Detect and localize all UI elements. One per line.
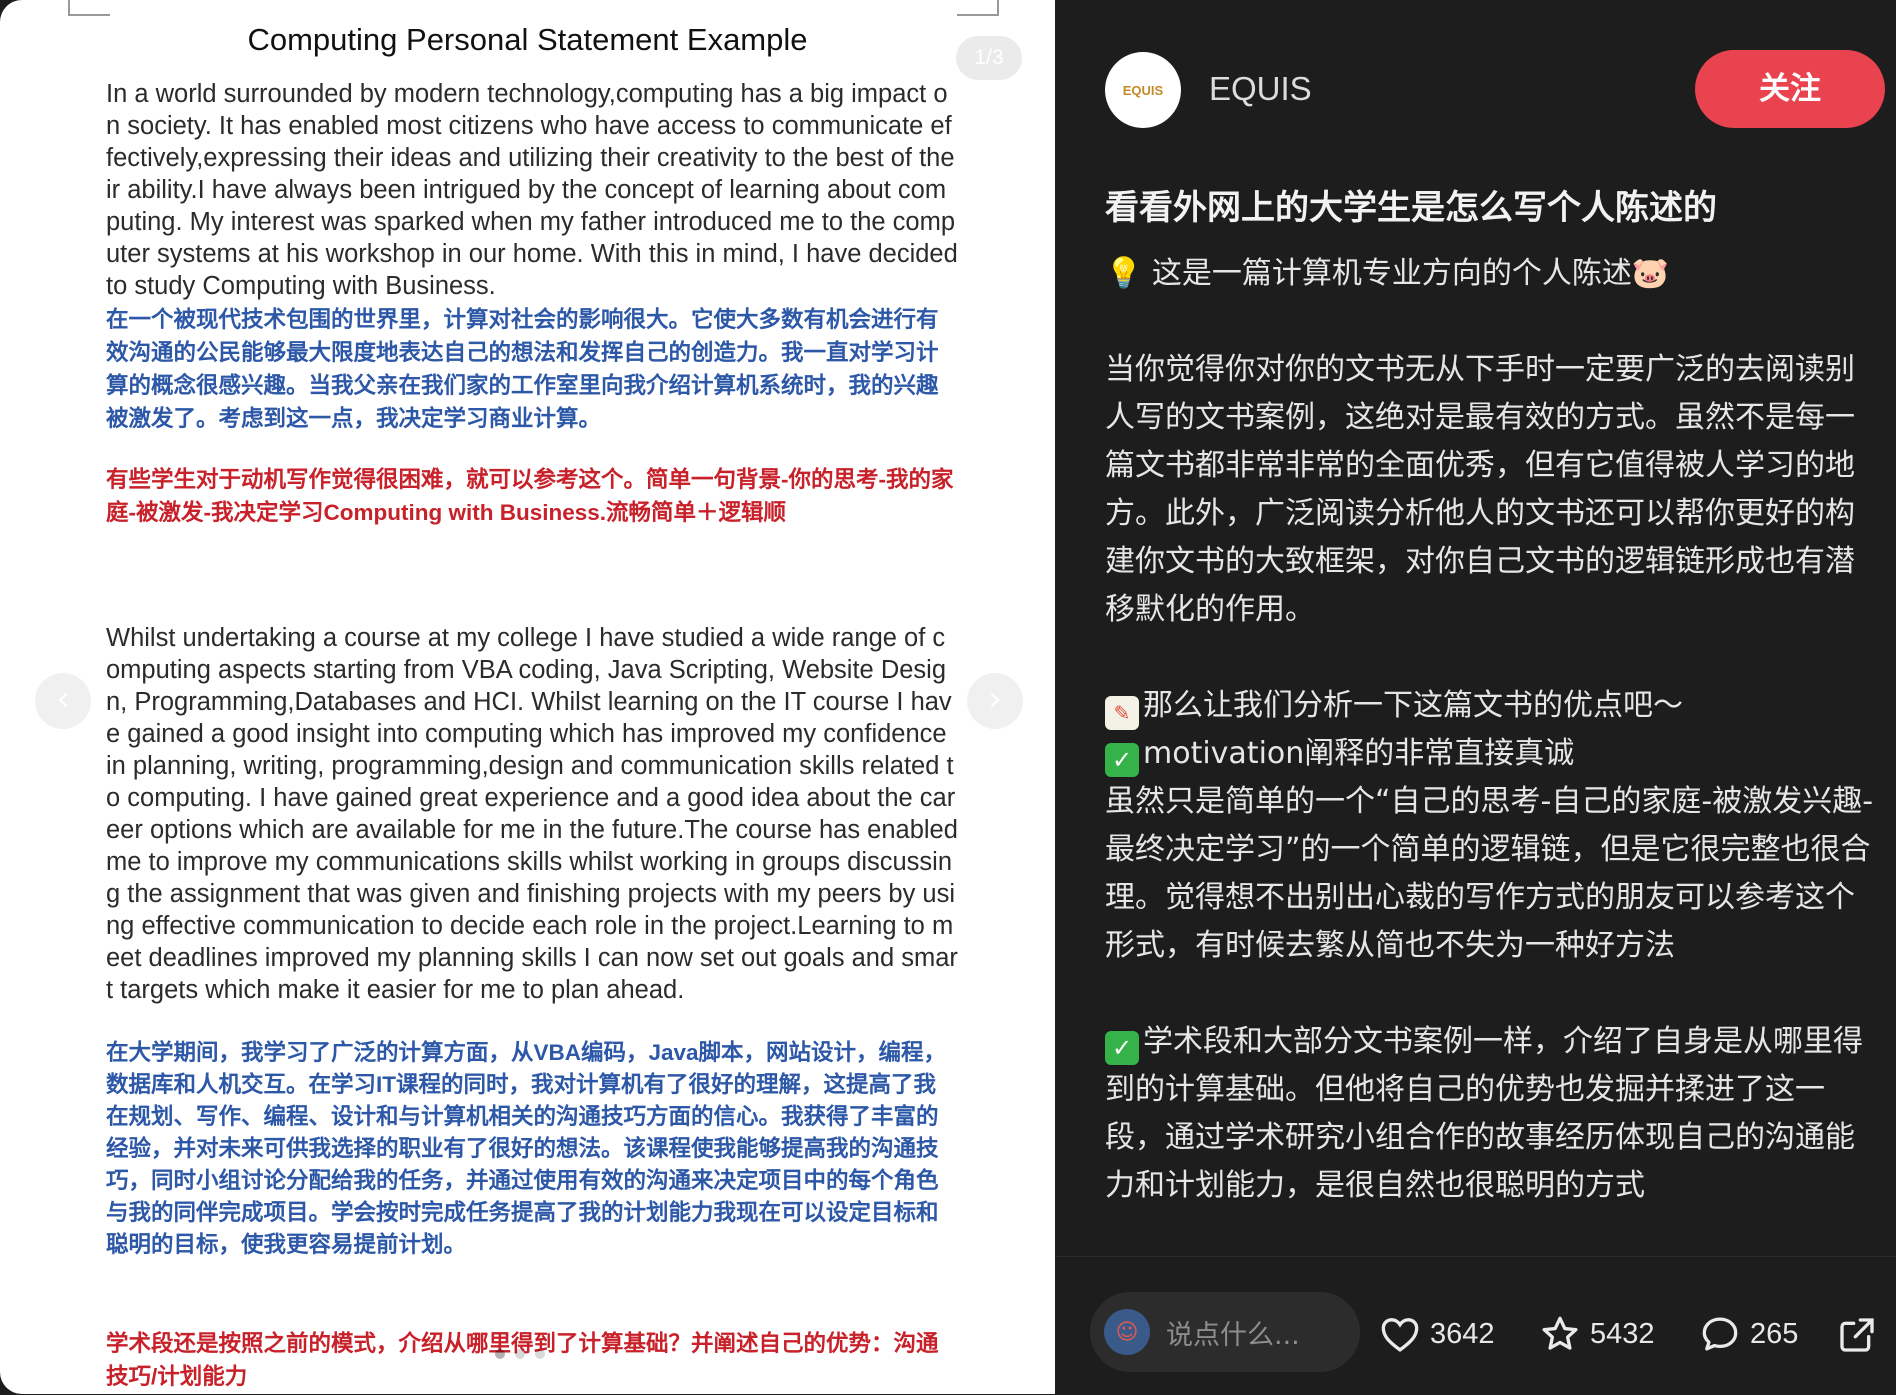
annotation-note: 学术段还是按照之前的模式，介绍从哪里得到了计算基础？并阐述自己的优势：沟通技巧/… [106,1331,939,1389]
engagement-bar: ☺ 说点什么... 3642 5432 265 [1055,1256,1896,1395]
chevron-left-icon: ‹ [56,679,70,719]
share-icon [1840,1318,1874,1352]
image-viewer[interactable]: Computing Personal Statement Example In … [0,0,1055,1394]
follow-button[interactable]: 关注 [1695,50,1885,128]
crop-corner [957,0,999,16]
previous-image-button[interactable]: ‹ [35,673,91,729]
body-paragraph: 虽然只是简单的一个“自己的思考-自己的家庭-被激发兴趣-最终决定学习”的一个简单… [1105,784,1874,963]
body-paragraph: 当你觉得你对你的文书无从下手时一定要广泛的去阅读别人写的文书案例，这绝对是最有效… [1105,352,1855,627]
body-point: motivation阐释的非常直接真诚 [1143,736,1575,771]
heart-icon [1381,1318,1419,1352]
pagination-dot[interactable] [495,1349,505,1359]
note-panel: EQUIS EQUIS 关注 看看外网上的大学生是怎么写个人陈述的 💡 这是一篇… [1055,0,1896,1395]
document-title: Computing Personal Statement Example [247,22,808,57]
comment-input[interactable]: ☺ 说点什么... [1090,1292,1360,1372]
chevron-right-icon: › [988,679,1002,719]
pagination-dots [495,1349,545,1359]
note-body: 💡 这是一篇计算机专业方向的个人陈述🐷 当你觉得你对你的文书无从下手时一定要广泛… [1105,250,1875,1210]
pig-icon: 🐷 [1631,256,1670,291]
annotation-note: 有些学生对于动机写作觉得很困难，就可以参考这个。简单一句背景-你的思考-我的家庭… [106,467,954,525]
star-icon [1542,1316,1578,1350]
body-paragraph: 学术段和大部分文书案例一样，介绍了自身是从哪里得到的计算基础。但他将自己的优势也… [1105,1024,1863,1203]
note-title: 看看外网上的大学生是怎么写个人陈述的 [1105,188,1717,228]
comment-icon [1702,1317,1738,1351]
star-count: 5432 [1590,1317,1655,1350]
statement-paragraph-zh: 在大学期间，我学习了广泛的计算方面，从VBA编码，Java脚本，网站设计，编程，… [106,1040,947,1257]
author-avatar[interactable]: EQUIS [1105,52,1181,128]
statement-paragraph-zh: 在一个被现代技术包围的世界里，计算对社会的影响很大。它使大多数有机会进行有效沟通… [106,307,939,431]
check-icon: ✓ [1105,1031,1139,1065]
pagination-dot[interactable] [535,1349,545,1359]
body-heading: 那么让我们分析一下这篇文书的优点吧～ [1143,688,1683,723]
share-button[interactable] [1837,1315,1877,1355]
pagination-dot[interactable] [515,1349,525,1359]
collect-button[interactable]: 5432 [1540,1315,1655,1353]
statement-paragraph-en: In a world surrounded by modern technolo… [106,80,958,300]
note-subtitle: 这是一篇计算机专业方向的个人陈述 [1151,256,1632,291]
comment-button[interactable]: 265 [1700,1315,1798,1353]
crop-corner [68,0,110,16]
user-avatar: ☺ [1104,1309,1150,1355]
check-icon: ✓ [1105,743,1139,777]
lightbulb-icon: 💡 [1105,256,1143,291]
comment-count: 265 [1750,1317,1799,1350]
like-count: 3642 [1430,1317,1495,1350]
author-name[interactable]: EQUIS [1209,70,1312,108]
statement-paragraph-en: Whilst undertaking a course at my colleg… [106,624,958,1004]
next-image-button[interactable]: › [967,673,1023,729]
page-counter: 1/3 [956,36,1022,80]
comment-placeholder: 说点什么... [1166,1319,1300,1351]
memo-icon: ✎ [1105,696,1139,730]
like-button[interactable]: 3642 [1380,1315,1495,1353]
